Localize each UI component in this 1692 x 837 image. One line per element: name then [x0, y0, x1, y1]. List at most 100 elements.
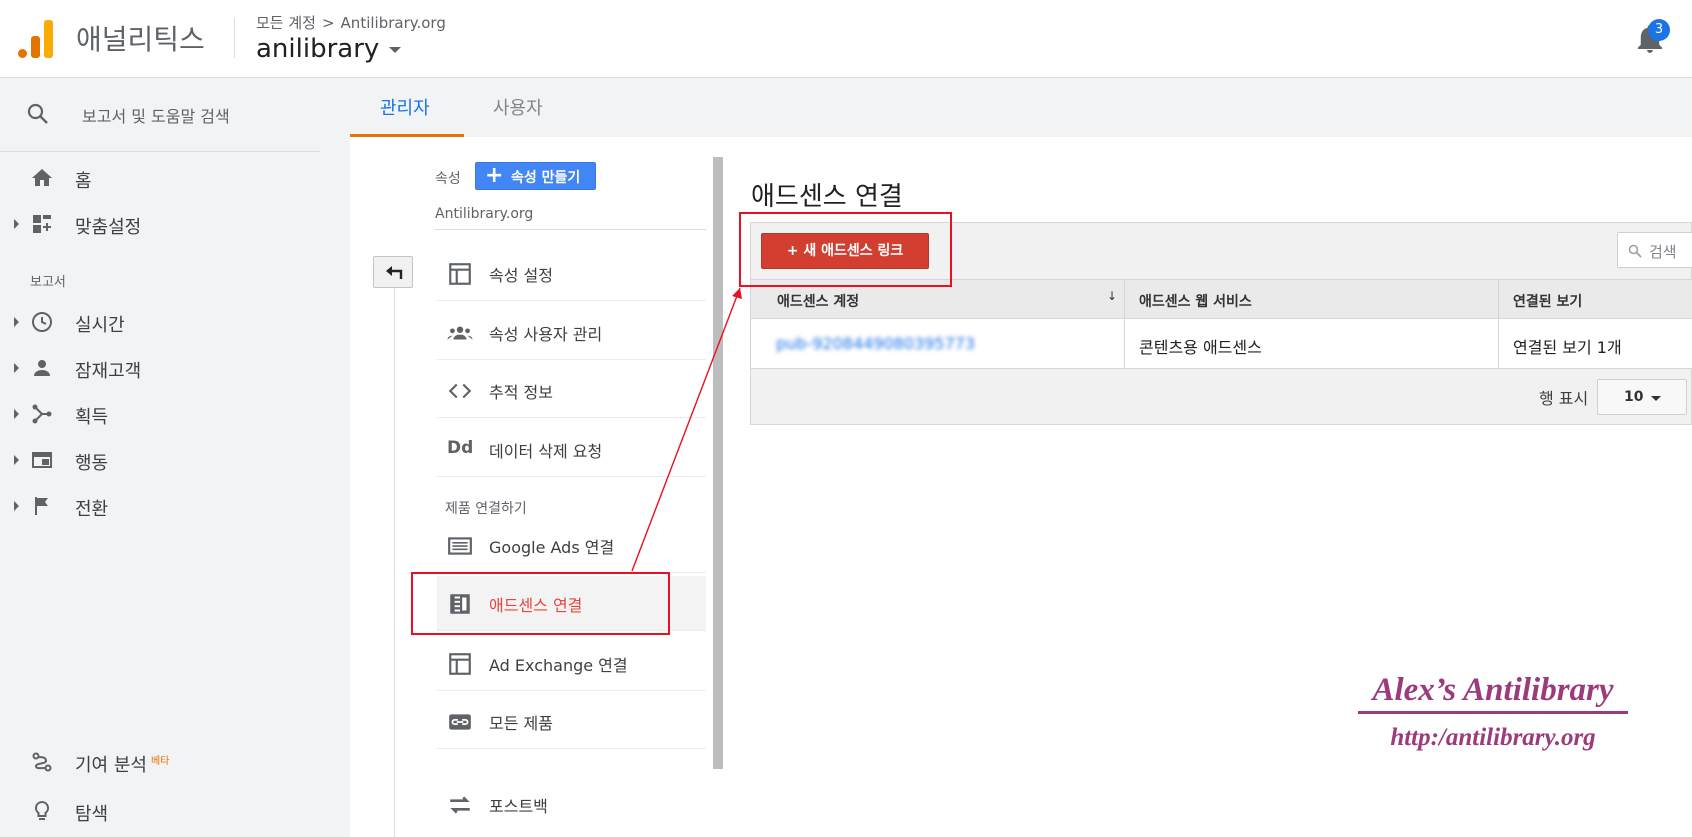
menu-label: 속성 설정 — [489, 266, 553, 285]
clock-icon — [32, 312, 52, 332]
flag-icon — [35, 497, 48, 515]
people-icon — [447, 326, 473, 340]
sidebar-item-conversions[interactable]: 전환 — [0, 484, 320, 528]
caret-down-icon — [1651, 396, 1661, 401]
menu-postbacks[interactable]: 포스트백 — [437, 777, 706, 832]
breadcrumb-arrow: > — [321, 14, 335, 32]
dashboard-icon — [33, 215, 51, 233]
reports-section-label: 보고서 — [30, 275, 66, 290]
caret-down-icon — [389, 46, 402, 53]
expand-arrow-icon[interactable] — [14, 501, 19, 511]
menu-tracking-info[interactable]: 추적 정보 — [437, 363, 706, 418]
account-name: anilibrary — [256, 34, 380, 64]
tab-admin[interactable]: 관리자 — [380, 94, 430, 120]
page-title: 애드센스 연결 — [751, 182, 903, 212]
expand-arrow-icon[interactable] — [14, 317, 19, 327]
sidebar-item-discover[interactable]: 탐색 — [0, 789, 320, 833]
sidebar-item-audience[interactable]: 잠재고객 — [0, 346, 320, 390]
sidebar-search[interactable]: 보고서 및 도움말 검색 — [0, 78, 320, 152]
sidebar-item-label: 전환 — [75, 499, 109, 520]
breadcrumb[interactable]: 모든 계정 > Antilibrary.org — [256, 12, 446, 33]
menu-label: Google Ads 연결 — [489, 538, 615, 557]
menu-label: 속성 사용자 관리 — [489, 325, 603, 344]
column-header-views[interactable]: 연결된 보기 — [1513, 291, 1582, 311]
property-column-scrollbar[interactable] — [713, 157, 723, 769]
breadcrumb-root[interactable]: 모든 계정 — [256, 14, 316, 32]
table-row: pub-9208449080395773 콘텐츠용 애드센스 연결된 보기 1개 — [751, 319, 1692, 369]
menu-adsense-link[interactable]: 애드센스 연결 — [437, 576, 706, 631]
watermark: Alex’s Antilibrary http:/antilibrary.org — [1358, 672, 1628, 752]
tab-user[interactable]: 사용자 — [493, 94, 543, 120]
linked-views-cell: 연결된 보기 1개 — [1513, 338, 1622, 357]
sidebar-item-behavior[interactable]: 행동 — [0, 438, 320, 482]
sidebar-item-home[interactable]: 홈 — [0, 156, 320, 200]
expand-arrow-icon[interactable] — [14, 363, 19, 373]
sidebar-item-label: 탐색 — [75, 804, 109, 825]
menu-all-products[interactable]: 모든 제품 — [437, 694, 706, 749]
breadcrumb-account[interactable]: Antilibrary.org — [341, 14, 446, 32]
expand-arrow-icon[interactable] — [14, 455, 19, 465]
sidebar-item-label: 잠재고객 — [75, 361, 142, 382]
sidebar-item-customization[interactable]: 맞춤설정 — [0, 202, 320, 246]
menu-label: 데이터 삭제 요청 — [489, 442, 603, 461]
analytics-logo-icon[interactable] — [18, 20, 54, 58]
sidebar-item-label: 행동 — [75, 453, 109, 474]
watermark-title: Alex’s Antilibrary — [1358, 672, 1628, 714]
new-adsense-link-button[interactable]: + 새 애드센스 링크 — [761, 233, 929, 269]
sort-desc-icon[interactable]: ↓ — [1107, 289, 1117, 303]
ad-exchange-icon — [449, 653, 471, 675]
sidebar-item-label: 기여 분석 베타 — [75, 751, 169, 777]
attribution-label: 기여 분석 — [75, 755, 147, 776]
menu-label: 애드센스 연결 — [489, 596, 583, 615]
admin-tabs: 관리자 사용자 — [350, 78, 1692, 137]
adsense-account-link[interactable]: pub-9208449080395773 — [776, 334, 975, 353]
column-separator — [1498, 319, 1499, 368]
sidebar-item-label: 획득 — [75, 407, 109, 428]
sidebar-item-realtime[interactable]: 실시간 — [0, 300, 320, 344]
plus-icon: + — [485, 163, 504, 188]
expand-arrow-icon[interactable] — [14, 219, 19, 229]
property-divider — [435, 229, 706, 230]
create-property-button[interactable]: + 속성 만들기 — [475, 162, 596, 190]
product-linking-label: 제품 연결하기 — [445, 501, 527, 517]
header-divider — [234, 18, 235, 58]
behavior-window-icon — [32, 452, 52, 468]
adsense-icon — [450, 594, 470, 614]
watermark-url: http:/antilibrary.org — [1390, 724, 1596, 751]
sidebar-item-label: 홈 — [75, 171, 92, 192]
menu-google-ads-link[interactable]: Google Ads 연결 — [437, 518, 706, 573]
adsense-service-cell: 콘텐츠용 애드센스 — [1139, 338, 1262, 357]
app-title: 애널리틱스 — [76, 23, 205, 56]
column-connector-line — [394, 288, 395, 837]
menu-label: Ad Exchange 연결 — [489, 656, 628, 675]
menu-property-user-management[interactable]: 속성 사용자 관리 — [437, 305, 706, 360]
column-header-account[interactable]: 애드센스 계정 — [777, 291, 859, 311]
back-button[interactable] — [373, 256, 413, 288]
layout-icon — [449, 263, 471, 285]
sidebar-item-acquisition[interactable]: 획득 — [0, 392, 320, 436]
sidebar-item-attribution[interactable]: 기여 분석 베타 — [0, 740, 320, 784]
google-ads-icon — [448, 537, 472, 555]
search-label: 보고서 및 도움말 검색 — [82, 107, 230, 126]
property-name[interactable]: Antilibrary.org — [435, 206, 533, 222]
account-selector[interactable]: anilibrary — [256, 34, 402, 64]
menu-label: 모든 제품 — [489, 714, 553, 733]
menu-data-deletion[interactable]: Dd 데이터 삭제 요청 — [437, 422, 706, 477]
search-icon — [27, 103, 48, 124]
search-icon — [1628, 244, 1642, 258]
left-sidebar: 보고서 및 도움말 검색 홈 맞춤설정 보고서 실시간 잠재고객 획득 행동 전… — [0, 78, 350, 837]
menu-label: 추적 정보 — [489, 383, 553, 402]
back-arrow-icon — [386, 266, 403, 279]
data-deletion-icon: Dd — [447, 438, 474, 458]
create-property-label: 속성 만들기 — [511, 170, 581, 186]
expand-arrow-icon[interactable] — [14, 409, 19, 419]
menu-property-settings[interactable]: 속성 설정 — [437, 246, 706, 301]
column-header-service[interactable]: 애드센스 웹 서비스 — [1139, 291, 1252, 311]
rows-per-page-value: 10 — [1624, 389, 1644, 405]
menu-ad-exchange-link[interactable]: Ad Exchange 연결 — [437, 636, 706, 691]
rows-per-page-select[interactable]: 10 — [1597, 379, 1687, 415]
link-icon — [449, 714, 471, 730]
table-search-input[interactable]: 검색 — [1617, 232, 1692, 268]
sidebar-item-label: 실시간 — [75, 315, 125, 336]
search-placeholder: 검색 — [1649, 243, 1677, 261]
